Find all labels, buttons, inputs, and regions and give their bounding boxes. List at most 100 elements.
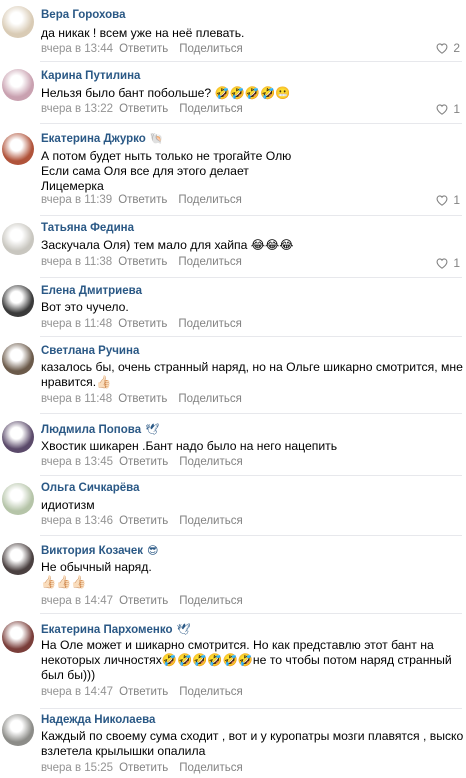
avatar[interactable] <box>2 6 34 38</box>
avatar[interactable] <box>2 621 34 653</box>
reply-link[interactable]: Ответить <box>119 515 168 527</box>
comment-time[interactable]: вчера в 13:46 <box>41 515 113 527</box>
comment-time[interactable]: вчера в 11:48 <box>41 318 112 330</box>
comment-text-line: Вот это чучело. <box>41 300 129 314</box>
like-count: 1 <box>453 256 460 270</box>
comment-meta: вчера в 15:25 Ответить Поделиться <box>41 762 243 774</box>
like-count: 2 <box>453 41 460 55</box>
reply-link[interactable]: Ответить <box>119 595 168 607</box>
comment-meta: вчера в 11:48 Ответить Поделиться <box>41 393 242 405</box>
like-button[interactable]: 1 <box>435 193 460 207</box>
comment: Екатерина Пархоменко 🕊 На Оле может и шика… <box>0 614 466 709</box>
comment-text-line: На Оле может и шикарно смотрится. Но как… <box>41 638 434 652</box>
avatar[interactable] <box>2 543 34 575</box>
comment: Виктория Козачек 😎 Не обычный наряд. 👍🏻👍🏻👍🏻… <box>0 536 466 614</box>
author-name[interactable]: Виктория Козачек 😎 <box>41 544 159 557</box>
author-name[interactable]: Елена Дмитриева <box>41 285 142 297</box>
comment-text-line: нравится.👍🏻 <box>41 375 112 389</box>
comment-time[interactable]: вчера в 11:48 <box>41 393 112 405</box>
avatar[interactable] <box>2 285 34 317</box>
comment-time[interactable]: вчера в 13:45 <box>41 456 113 468</box>
author-name[interactable]: Людмила Попова 🕊 <box>41 423 159 436</box>
author-name-text[interactable]: Ольга Сичкарёва <box>41 482 140 494</box>
comment: Татьяна Федина Заскучала Оля) тем мало дл… <box>0 216 466 278</box>
share-link[interactable]: Поделиться <box>179 595 243 607</box>
share-link[interactable]: Поделиться <box>179 103 243 115</box>
share-link[interactable]: Поделиться <box>178 318 242 330</box>
avatar[interactable] <box>2 421 34 453</box>
author-name-text[interactable]: Светлана Ручина <box>41 345 139 357</box>
author-name[interactable]: Ольга Сичкарёва <box>41 482 140 494</box>
reply-link[interactable]: Ответить <box>118 256 167 268</box>
comment-text: Каждый по своему сума сходит , вот и у к… <box>41 729 464 759</box>
avatar[interactable] <box>2 483 34 515</box>
heart-icon <box>435 194 449 206</box>
share-link[interactable]: Поделиться <box>179 456 243 468</box>
comment-text-line: Каждый по своему сума сходит , вот и у к… <box>41 729 464 743</box>
avatar[interactable] <box>2 133 34 165</box>
like-button[interactable]: 1 <box>435 256 460 270</box>
author-name[interactable]: Вера Горохова <box>41 9 126 21</box>
reply-link[interactable]: Ответить <box>118 194 167 206</box>
avatar[interactable] <box>2 223 34 255</box>
author-name[interactable]: Екатерина Джурко 🐚 <box>41 132 163 145</box>
comment-time[interactable]: вчера в 13:22 <box>41 103 113 115</box>
comment-time[interactable]: вчера в 11:38 <box>41 256 112 268</box>
avatar[interactable] <box>2 69 34 101</box>
reply-link[interactable]: Ответить <box>118 393 167 405</box>
share-link[interactable]: Поделиться <box>178 393 242 405</box>
comment-text-line: идиотизм <box>41 498 95 512</box>
share-link[interactable]: Поделиться <box>179 762 243 774</box>
comment-time[interactable]: вчера в 11:39 <box>41 194 112 206</box>
author-name-text[interactable]: Людмила Попова <box>41 424 141 436</box>
reply-link[interactable]: Ответить <box>119 43 168 55</box>
author-name[interactable]: Екатерина Пархоменко 🕊 <box>41 623 190 636</box>
author-name[interactable]: Надежда Николаева <box>41 714 155 726</box>
comment-time[interactable]: вчера в 13:44 <box>41 43 113 55</box>
author-name-text[interactable]: Екатерина Пархоменко <box>41 624 172 636</box>
author-name-text[interactable]: Надежда Николаева <box>41 714 155 726</box>
comment-text-line: Лицемерка <box>41 179 104 193</box>
author-name-text[interactable]: Вера Горохова <box>41 9 126 21</box>
like-count: 1 <box>453 102 460 116</box>
reply-link[interactable]: Ответить <box>119 686 168 698</box>
comment: Ольга Сичкарёва идиотизм вчера в 13:46 Отве… <box>0 476 466 536</box>
comment-meta: вчера в 13:22 Ответить Поделиться <box>41 103 243 115</box>
share-link[interactable]: Поделиться <box>179 43 243 55</box>
comment-text-line: Хвостик шикарен .Бант надо было на него … <box>41 439 338 453</box>
reply-link[interactable]: Ответить <box>119 103 168 115</box>
comment-text: Не обычный наряд. 👍🏻👍🏻👍🏻 <box>41 560 459 590</box>
author-name[interactable]: Светлана Ручина <box>41 345 139 357</box>
avatar[interactable] <box>2 343 34 375</box>
comment: Людмила Попова 🕊 Хвостик шикарен .Бант над… <box>0 414 466 476</box>
comment-time[interactable]: вчера в 14:47 <box>41 595 113 607</box>
comment-text: А потом будет ныть только не трогайте Ол… <box>41 149 459 194</box>
author-name-text[interactable]: Карина Путилина <box>41 70 140 82</box>
comment-text: Заскучала Оля) тем мало для хайпа 😂😂😂 <box>41 238 459 253</box>
author-name-text[interactable]: Екатерина Джурко <box>41 133 146 145</box>
author-name[interactable]: Карина Путилина <box>41 70 140 82</box>
share-link[interactable]: Поделиться <box>178 256 242 268</box>
author-name[interactable]: Татьяна Федина <box>41 222 134 234</box>
like-button[interactable]: 2 <box>435 41 460 55</box>
comment-time[interactable]: вчера в 15:25 <box>41 762 113 774</box>
heart-icon <box>435 103 449 115</box>
author-name-text[interactable]: Татьяна Федина <box>41 222 134 234</box>
comment-text: На Оле может и шикарно смотрится. Но как… <box>41 638 459 683</box>
author-badge-icon: 🕊 <box>176 624 191 636</box>
share-link[interactable]: Поделиться <box>178 194 242 206</box>
share-link[interactable]: Поделиться <box>179 686 243 698</box>
reply-link[interactable]: Ответить <box>119 456 168 468</box>
comment: Надежда Николаева Каждый по своему сума с… <box>0 709 466 778</box>
share-link[interactable]: Поделиться <box>179 515 243 527</box>
comment-text: идиотизм <box>41 498 459 513</box>
reply-link[interactable]: Ответить <box>118 318 167 330</box>
author-name-text[interactable]: Виктория Козачек <box>41 545 143 557</box>
comment-time[interactable]: вчера в 14:47 <box>41 686 113 698</box>
like-button[interactable]: 1 <box>435 102 460 116</box>
reply-link[interactable]: Ответить <box>119 762 168 774</box>
author-badge-icon: 🕊 <box>145 424 160 436</box>
comment-text-line: Если сама Оля все для этого делает <box>41 164 249 178</box>
avatar[interactable] <box>2 714 34 746</box>
author-name-text[interactable]: Елена Дмитриева <box>41 285 142 297</box>
